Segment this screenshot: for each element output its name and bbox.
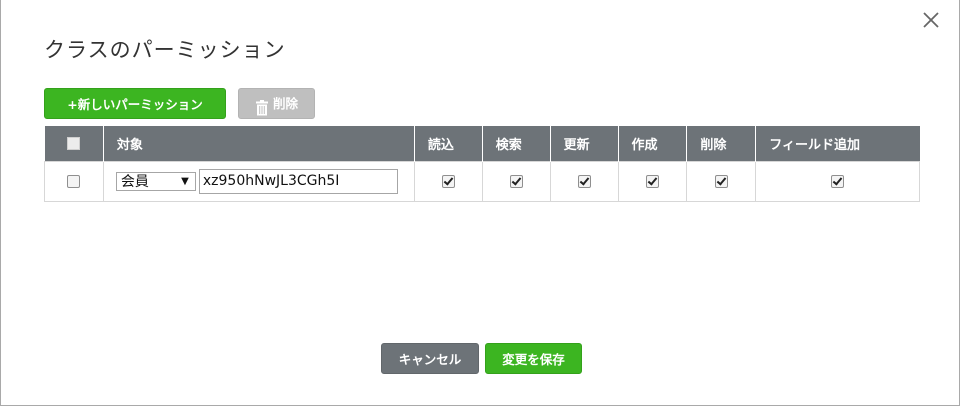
delete-button[interactable]: 削除 bbox=[238, 88, 315, 119]
dropdown-arrow-icon: ▼ bbox=[181, 175, 189, 187]
delete-checkbox[interactable] bbox=[714, 174, 728, 188]
header-search: 検索 bbox=[481, 126, 551, 161]
target-type-select[interactable]: 会員 ▼ bbox=[115, 171, 196, 191]
search-cell bbox=[481, 160, 551, 202]
target-cell: 会員 ▼ bbox=[102, 160, 415, 202]
create-checkbox[interactable] bbox=[645, 174, 659, 188]
create-cell bbox=[617, 160, 688, 202]
select-all-checkbox[interactable] bbox=[67, 136, 81, 150]
select-all-header bbox=[44, 126, 104, 161]
header-create: 作成 bbox=[617, 126, 687, 161]
search-checkbox[interactable] bbox=[509, 174, 523, 188]
header-target: 対象 bbox=[102, 126, 415, 161]
header-update: 更新 bbox=[549, 126, 618, 161]
target-id-input[interactable] bbox=[198, 168, 398, 194]
close-icon[interactable] bbox=[921, 10, 941, 30]
header-read: 読込 bbox=[413, 126, 483, 161]
add-permission-button[interactable]: +新しいパーミッション bbox=[44, 88, 226, 119]
trash-icon bbox=[255, 96, 269, 115]
update-cell bbox=[549, 160, 619, 202]
permission-dialog: クラスのパーミッション +新しいパーミッション 削除 対象 読込 検索 更新 作… bbox=[0, 0, 960, 406]
cancel-button[interactable]: キャンセル bbox=[381, 343, 479, 374]
target-type-value: 会員 bbox=[120, 174, 149, 190]
row-select-cell bbox=[44, 160, 104, 202]
header-delete: 削除 bbox=[686, 126, 756, 161]
delete-cell bbox=[686, 160, 757, 202]
header-add-field: フィールド追加 bbox=[755, 126, 920, 161]
save-button[interactable]: 変更を保存 bbox=[485, 343, 582, 374]
permission-table: 対象 読込 検索 更新 作成 削除 フィールド追加 会員 ▼ bbox=[44, 126, 920, 202]
dialog-title: クラスのパーミッション bbox=[44, 38, 286, 62]
table-header-row: 対象 読込 検索 更新 作成 削除 フィールド追加 bbox=[44, 126, 920, 161]
table-row: 会員 ▼ bbox=[44, 160, 920, 202]
add-field-cell bbox=[755, 160, 920, 202]
update-checkbox[interactable] bbox=[577, 174, 591, 188]
add-field-checkbox[interactable] bbox=[831, 174, 845, 188]
read-checkbox[interactable] bbox=[441, 174, 455, 188]
delete-button-label: 削除 bbox=[272, 96, 298, 111]
read-cell bbox=[413, 160, 483, 202]
row-select-checkbox[interactable] bbox=[67, 174, 81, 188]
